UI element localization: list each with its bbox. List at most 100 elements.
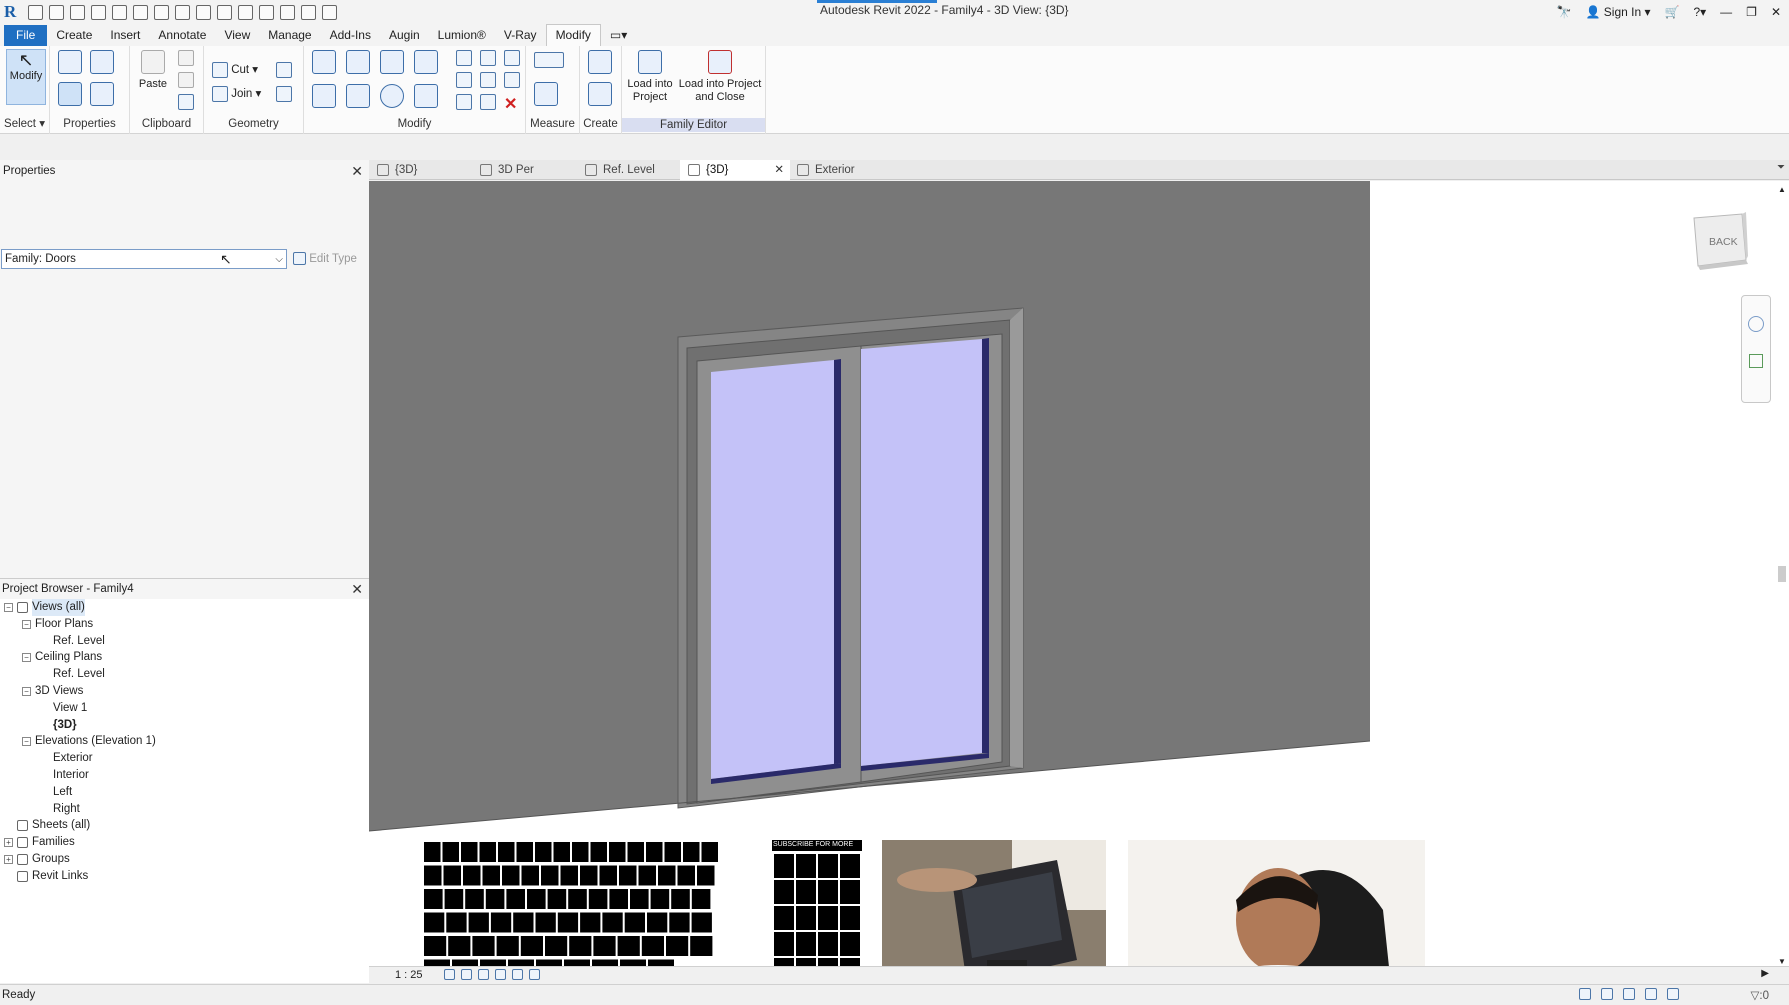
customize-toolbar-icon[interactable] (322, 4, 337, 20)
thin-lines-icon[interactable] (259, 4, 274, 20)
trim-extend-multiple-icon[interactable] (480, 94, 496, 110)
edit-type-button[interactable]: Edit Type (293, 249, 357, 269)
properties-toggle-icon[interactable] (58, 82, 82, 109)
measure-icon[interactable] (154, 4, 169, 20)
tree-item[interactable]: Interior (40, 767, 89, 784)
tab-annotate[interactable]: Annotate (149, 25, 215, 46)
tree-item[interactable]: Left (40, 784, 72, 801)
expand-icon[interactable]: + (4, 838, 13, 848)
selection-filter[interactable]: ▽:0 (1751, 988, 1769, 1002)
detail-level-icon[interactable] (444, 969, 455, 980)
print-icon[interactable] (133, 4, 148, 20)
zoom-region-icon[interactable] (1749, 354, 1763, 368)
tab-lumion[interactable]: Lumion® (429, 25, 495, 46)
array-icon[interactable] (456, 72, 472, 88)
tabs-overflow-icon[interactable]: ⏷ (1777, 162, 1785, 173)
close-tab-icon[interactable]: ✕ (774, 160, 784, 180)
chevron-down-icon[interactable]: ⌵ (275, 251, 283, 269)
tab-create[interactable]: Create (47, 25, 101, 46)
tree-item[interactable]: + Families (4, 834, 75, 851)
tab-add-ins[interactable]: Add-Ins (321, 25, 380, 46)
cut-geometry-button[interactable]: Cut ▾ (212, 62, 258, 78)
tab-file[interactable]: File (4, 25, 48, 46)
aligned-dimension-icon[interactable] (534, 82, 558, 109)
view-tab[interactable]: Exterior (789, 160, 889, 180)
type-properties-icon[interactable] (90, 82, 114, 109)
pin-icon[interactable] (504, 72, 520, 88)
collapse-icon[interactable]: − (22, 687, 31, 696)
tree-item[interactable]: Ref. Level (40, 666, 105, 683)
move-icon[interactable] (312, 84, 336, 111)
browser-close-icon[interactable]: ✕ (351, 579, 363, 599)
expand-icon[interactable]: + (4, 855, 13, 864)
view-scale[interactable]: 1 : 25 (395, 969, 423, 981)
close-hidden-icon[interactable] (280, 4, 295, 20)
tab-insert[interactable]: Insert (101, 25, 149, 46)
scale-icon[interactable] (480, 72, 496, 88)
split-face-icon[interactable] (276, 62, 292, 78)
default-3d-view-icon[interactable] (217, 4, 232, 20)
steering-wheel-icon[interactable] (1748, 316, 1764, 332)
tree-item[interactable]: View 1 (40, 700, 87, 717)
tree-item[interactable]: Exterior (40, 750, 93, 767)
tree-item[interactable]: Sheets (all) (4, 817, 90, 834)
tree-item[interactable]: − Elevations (Elevation 1) (22, 733, 156, 750)
view-tab[interactable]: 3D Per (472, 160, 574, 180)
scrollbar-thumb[interactable] (1778, 566, 1786, 582)
collapse-icon[interactable]: − (4, 603, 13, 612)
collapse-icon[interactable]: − (22, 737, 31, 747)
crop-view-icon[interactable] (512, 969, 523, 980)
scroll-right-icon[interactable]: ▶ (1761, 968, 1769, 979)
text-icon[interactable] (196, 4, 211, 20)
tab-v-ray[interactable]: V-Ray (495, 25, 546, 46)
tab-augin[interactable]: Augin (380, 25, 429, 46)
align-icon[interactable] (312, 50, 336, 77)
collapse-icon[interactable]: − (22, 619, 31, 629)
dimension-icon[interactable] (175, 4, 190, 20)
worksharing-icon[interactable] (1579, 988, 1591, 1000)
view-tab[interactable]: {3D} (369, 160, 469, 180)
measure-between-icon[interactable] (534, 52, 564, 68)
modify-button[interactable]: ↖ Modify (6, 49, 46, 105)
vertical-scrollbar[interactable]: ▲ ▼ (1775, 181, 1789, 972)
paint-icon[interactable] (276, 86, 292, 102)
unpin-icon[interactable] (504, 50, 520, 66)
select-pinned-icon[interactable] (1645, 988, 1657, 1000)
cart-icon[interactable]: 🛒 (1665, 5, 1680, 19)
visual-style-icon[interactable] (461, 969, 472, 980)
split-element-icon[interactable] (456, 50, 472, 66)
help-icon[interactable]: ?▾ (1693, 5, 1706, 19)
trim-extend-single-icon[interactable] (456, 94, 472, 110)
create-similar-icon[interactable] (588, 50, 612, 77)
temporary-hide-icon[interactable] (529, 969, 540, 980)
load-into-project-button[interactable]: Load into Project (624, 50, 676, 104)
revit-logo-icon[interactable]: R (4, 2, 22, 22)
tree-item[interactable]: {3D} (40, 717, 77, 734)
tree-item[interactable]: Ref. Level (40, 633, 105, 650)
trim-icon[interactable] (414, 84, 438, 111)
close-window-icon[interactable]: ✕ (1771, 5, 1781, 19)
tab-modify[interactable]: Modify (545, 24, 601, 46)
match-type-icon[interactable] (178, 94, 194, 110)
sun-path-icon[interactable] (478, 969, 489, 980)
tree-item[interactable]: −3D Views (22, 683, 83, 700)
scroll-down-icon[interactable]: ▼ (1778, 957, 1786, 966)
mirror-draw-icon[interactable] (414, 50, 438, 77)
tree-item[interactable]: − Floor Plans (22, 616, 93, 633)
section-icon[interactable] (238, 4, 253, 20)
binoculars-icon[interactable]: 🔭 (1557, 5, 1572, 19)
tree-item[interactable]: − Views (all) (4, 599, 85, 616)
delete-icon[interactable]: ✕ (504, 94, 517, 114)
select-by-face-icon[interactable] (1667, 988, 1679, 1000)
contextual-tab-dropdown-icon[interactable]: ▭▾ (601, 25, 636, 46)
save-icon[interactable] (49, 4, 64, 20)
minimize-icon[interactable]: — (1720, 5, 1732, 19)
switch-windows-icon[interactable] (301, 4, 316, 20)
undo-icon[interactable] (91, 4, 106, 20)
view-tab[interactable]: Ref. Level (577, 160, 677, 180)
collapse-icon[interactable]: − (22, 653, 31, 663)
tab-view[interactable]: View (215, 25, 259, 46)
tree-item[interactable]: + Groups (4, 851, 70, 868)
select-links-icon[interactable] (1601, 988, 1613, 1000)
tree-item[interactable]: Revit Links (4, 868, 88, 885)
